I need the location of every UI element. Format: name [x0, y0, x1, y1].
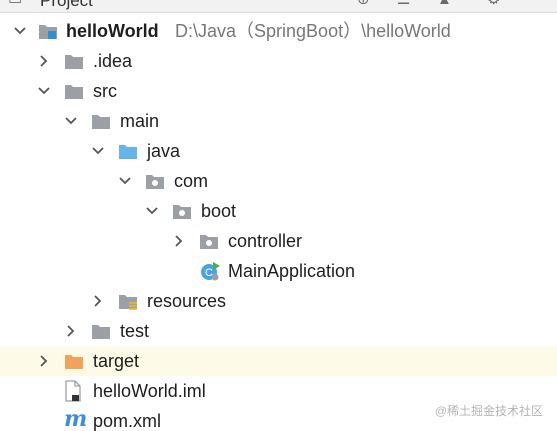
package-icon: [146, 175, 164, 189]
tree-node-boot[interactable]: boot: [0, 196, 557, 226]
maven-icon: m: [64, 406, 88, 431]
tree-node-test[interactable]: test: [0, 316, 557, 346]
tree-node-java[interactable]: java: [0, 136, 557, 166]
chevron-right-icon[interactable]: [90, 293, 106, 309]
tree-node-resources[interactable]: resources: [0, 286, 557, 316]
tree-node-label: java: [147, 141, 181, 161]
tree-node-label: MainApplication: [228, 261, 356, 281]
folder-icon: [92, 115, 110, 129]
tree-node-label: boot: [201, 201, 237, 221]
package-icon: [200, 235, 218, 249]
project-tool-window: ▭ Project ⊕ ☰ ▲ ⚙ helloWorld D:\Java（Spr…: [0, 0, 557, 431]
tree-node-idea[interactable]: .idea: [0, 46, 557, 76]
chevron-right-icon[interactable]: [171, 233, 187, 249]
collapse-all-icon[interactable]: ☰: [397, 0, 410, 8]
file-icon: [65, 380, 81, 402]
chevron-right-icon[interactable]: [36, 53, 52, 69]
chevron-right-icon[interactable]: [36, 353, 52, 369]
tool-window-header: ▭ Project ⊕ ☰ ▲ ⚙: [0, 0, 557, 13]
gear-icon[interactable]: ⚙: [487, 0, 500, 8]
locate-icon[interactable]: ⊕: [357, 0, 370, 8]
tree-node-label: src: [93, 81, 117, 101]
chevron-down-icon[interactable]: [90, 143, 106, 159]
tree-node-label: target: [93, 351, 140, 371]
tree-node-label: com: [174, 171, 209, 191]
module-path: D:\Java（SpringBoot）\helloWorld: [175, 21, 451, 41]
tree-node-label: helloWorld: [66, 21, 159, 41]
tool-window-title: Project: [40, 0, 93, 10]
tree-node-label: main: [120, 111, 160, 131]
chevron-down-icon[interactable]: [144, 203, 160, 219]
package-icon: [173, 205, 191, 219]
project-icon: ▭: [8, 0, 22, 8]
tree-node-src[interactable]: src: [0, 76, 557, 106]
source-folder-icon: [119, 145, 137, 159]
tree-node-label: test: [120, 321, 150, 341]
chevron-down-icon[interactable]: [12, 23, 28, 39]
spring-class-icon: C: [201, 262, 220, 281]
tree-node-label: .idea: [93, 51, 133, 71]
folder-icon: [65, 85, 83, 99]
tree-node-mainapplication[interactable]: C MainApplication: [0, 256, 557, 286]
expand-all-icon[interactable]: ▲: [437, 0, 452, 8]
excluded-folder-icon: [65, 355, 83, 369]
tree-node-com[interactable]: com: [0, 166, 557, 196]
tree-node-label: resources: [147, 291, 227, 311]
resources-folder-icon: [119, 295, 137, 310]
tree-node-target[interactable]: target: [0, 346, 557, 376]
watermark: @稀土掘金技术社区: [434, 404, 543, 418]
module-folder-icon: [39, 25, 57, 39]
folder-icon: [65, 55, 83, 69]
folder-icon: [92, 325, 110, 339]
tree-node-controller[interactable]: controller: [0, 226, 557, 256]
chevron-down-icon[interactable]: [36, 83, 52, 99]
tree-node-label: controller: [228, 231, 303, 251]
chevron-right-icon[interactable]: [63, 323, 79, 339]
tree-node-label: helloWorld.iml: [93, 381, 206, 401]
chevron-down-icon[interactable]: [63, 113, 79, 129]
tree-node-main[interactable]: main: [0, 106, 557, 136]
chevron-down-icon[interactable]: [117, 173, 133, 189]
tree-node-label: pom.xml: [93, 411, 162, 431]
tree-node-helloworld[interactable]: helloWorld D:\Java（SpringBoot）\helloWorl…: [0, 16, 557, 46]
